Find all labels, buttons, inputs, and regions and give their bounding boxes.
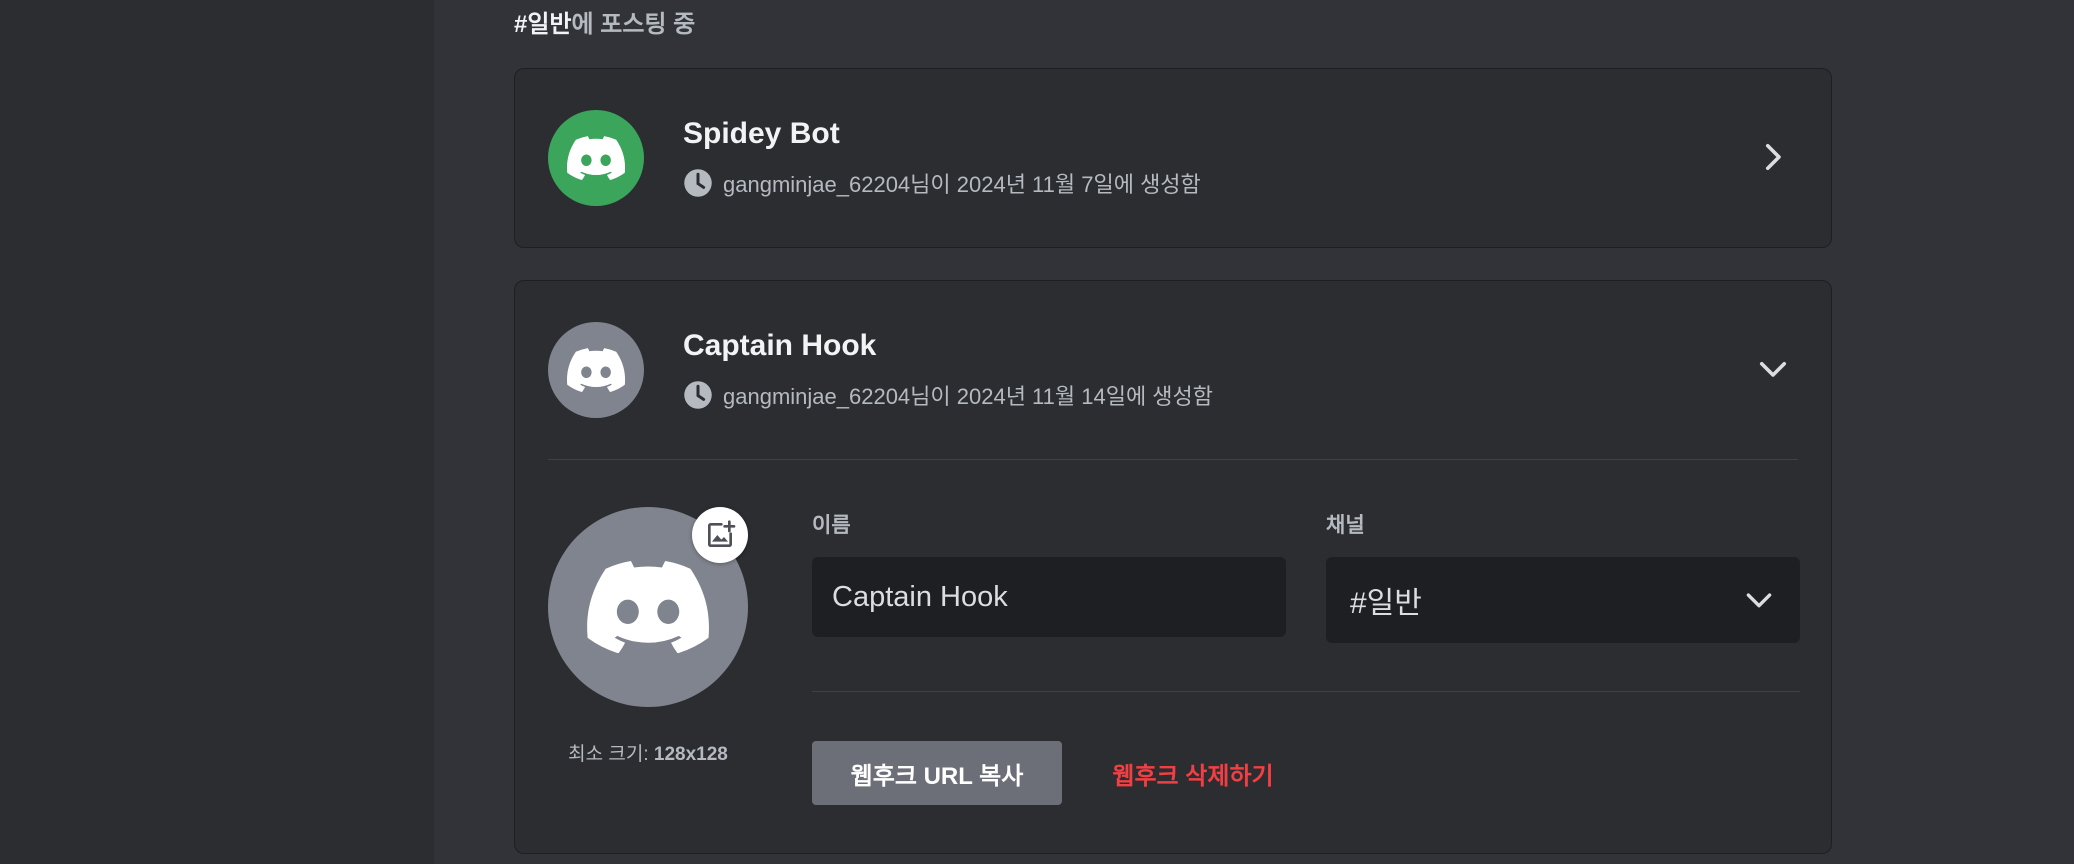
channel-select[interactable]: #일반 (1326, 557, 1800, 643)
channel-label: 채널 (1326, 514, 1365, 537)
main-content: #일반에 포스팅 중 Spidey Bot gangminjae_62204님이… (434, 0, 2074, 864)
sidebar (0, 0, 434, 864)
webhook-avatar (548, 110, 644, 206)
chevron-down-icon[interactable] (1755, 351, 1791, 387)
image-add-icon (708, 520, 736, 547)
webhook-name: Captain Hook (683, 329, 877, 362)
min-size-label: 최소 크기: (568, 744, 654, 765)
discord-logo-icon (567, 348, 625, 392)
webhook-card-captain-hook: Captain Hook gangminjae_62204님이 2024년 11… (514, 280, 1832, 854)
posting-suffix: 에 포스팅 중 (571, 11, 696, 38)
webhook-name-input[interactable] (812, 557, 1286, 637)
discord-logo-icon (587, 561, 709, 653)
discord-logo-icon (567, 136, 625, 180)
webhook-avatar (548, 322, 644, 418)
clock-icon (684, 169, 712, 197)
clock-icon (684, 381, 712, 409)
divider (548, 459, 1798, 460)
webhook-created-meta: gangminjae_62204님이 2024년 11월 7일에 생성함 (683, 167, 1201, 199)
name-label: 이름 (812, 514, 851, 537)
chevron-down-icon (1746, 593, 1772, 608)
webhook-card-spidey-bot[interactable]: Spidey Bot gangminjae_62204님이 2024년 11월 … (514, 68, 1832, 248)
posting-header: #일반에 포스팅 중 (514, 4, 695, 39)
min-size-value: 128x128 (653, 744, 728, 765)
webhook-created-text: gangminjae_62204님이 2024년 11월 7일에 생성함 (723, 172, 1201, 197)
channel-select-value: #일반 (1350, 587, 1422, 620)
webhook-name: Spidey Bot (683, 117, 840, 150)
copy-webhook-url-button[interactable]: 웹후크 URL 복사 (812, 741, 1062, 805)
chevron-right-icon[interactable] (1755, 139, 1791, 175)
min-size-hint: 최소 크기: 128x128 (525, 739, 771, 766)
webhook-created-meta: gangminjae_62204님이 2024년 11월 14일에 생성함 (683, 379, 1213, 411)
upload-avatar-button[interactable] (692, 507, 748, 563)
posting-channel: #일반 (514, 11, 572, 38)
delete-webhook-button[interactable]: 웹후크 삭제하기 (1093, 741, 1293, 805)
webhook-created-text: gangminjae_62204님이 2024년 11월 14일에 생성함 (723, 384, 1214, 409)
divider (812, 691, 1800, 692)
